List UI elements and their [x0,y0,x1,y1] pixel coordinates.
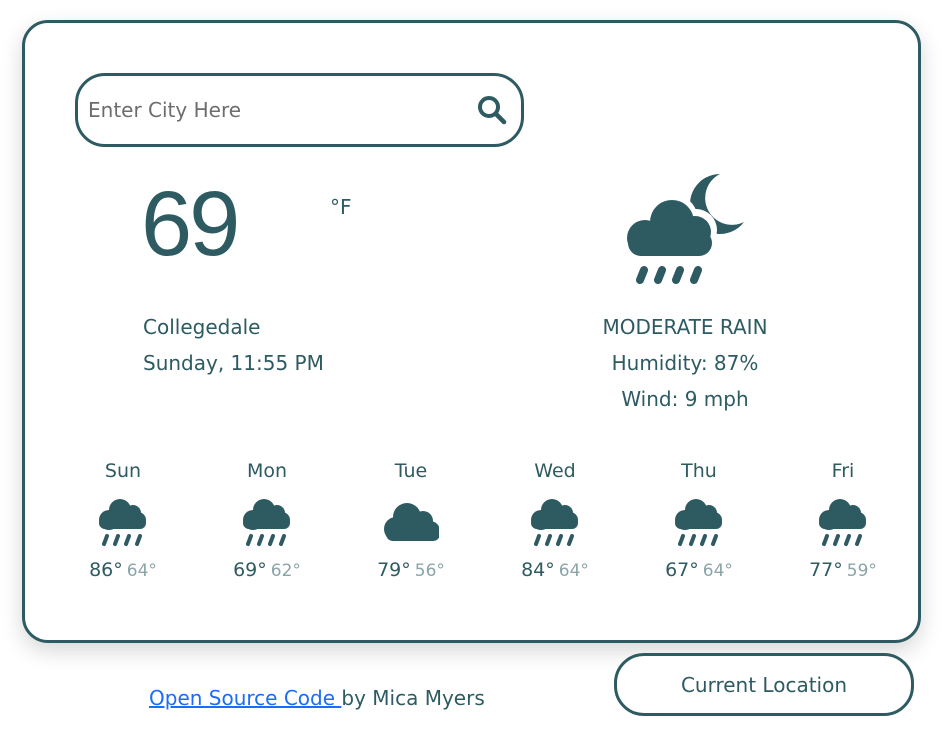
forecast-day: Thu 67° 64° [639,457,759,581]
forecast-day-name: Fri [831,460,855,482]
forecast-temps: 77° 59° [809,559,877,581]
city-name: Collegedale [143,315,261,339]
forecast-low: 64° [126,561,157,581]
rain-icon [671,493,727,549]
forecast-high: 69° [233,559,267,581]
city-search-input[interactable] [88,98,475,122]
forecast-temps: 79° 56° [377,559,445,581]
current-location-button[interactable]: Current Location [614,653,914,716]
footer-credit: Open Source Code by Mica Myers [149,686,485,710]
author-byline: by Mica Myers [341,686,485,710]
search-icon [478,96,507,125]
weather-description: MODERATE RAIN [602,315,768,339]
current-datetime: Sunday, 11:55 PM [143,351,324,375]
open-source-code-link[interactable]: Open Source Code [149,686,341,710]
rain-icon [239,493,295,549]
wind-reading: Wind: 9 mph [621,387,749,411]
forecast-temps: 86° 64° [89,559,157,581]
forecast-high: 84° [521,559,555,581]
forecast-low: 64° [558,561,589,581]
forecast-low: 56° [414,561,445,581]
search-button[interactable] [475,93,509,127]
search-box [75,73,524,147]
humidity-reading: Humidity: 87% [611,351,759,375]
cloud-icon [383,493,439,549]
forecast-day-name: Tue [394,460,428,482]
forecast-day: Wed 84° 64° [495,457,615,581]
forecast-day-name: Wed [534,460,576,482]
rain-icon [95,493,151,549]
forecast-day-name: Thu [681,460,717,482]
rain-icon [815,493,871,549]
forecast-temps: 84° 64° [521,559,589,581]
conditions-block: MODERATE RAIN Humidity: 87% Wind: 9 mph [535,315,835,423]
forecast-high: 77° [809,559,843,581]
forecast-day-name: Mon [246,460,288,482]
forecast-temps: 67° 64° [665,559,733,581]
temperature-unit: °F [330,195,352,219]
forecast-low: 59° [846,561,877,581]
forecast-temps: 69° 62° [233,559,301,581]
forecast-day-name: Sun [104,460,142,482]
forecast-high: 86° [89,559,123,581]
forecast-day: Fri 77° 59° [783,457,903,581]
forecast-high: 79° [377,559,411,581]
forecast-day: Mon 69° 62° [207,457,327,581]
night-rain-icon [627,174,744,284]
forecast-low: 64° [702,561,733,581]
forecast-day: Sun 86° 64° [63,457,183,581]
weather-card: 69 °F Collegedale Sunday, 11:55 PM MODER… [22,20,921,643]
forecast-high: 67° [665,559,699,581]
forecast-row: Sun 86° 64° Mon 69° 62° Tue 79° 56° Wed 84°… [63,457,903,581]
forecast-day: Tue 79° 56° [351,457,471,581]
forecast-low: 62° [270,561,301,581]
rain-icon [527,493,583,549]
current-temperature: 69 [141,173,240,275]
